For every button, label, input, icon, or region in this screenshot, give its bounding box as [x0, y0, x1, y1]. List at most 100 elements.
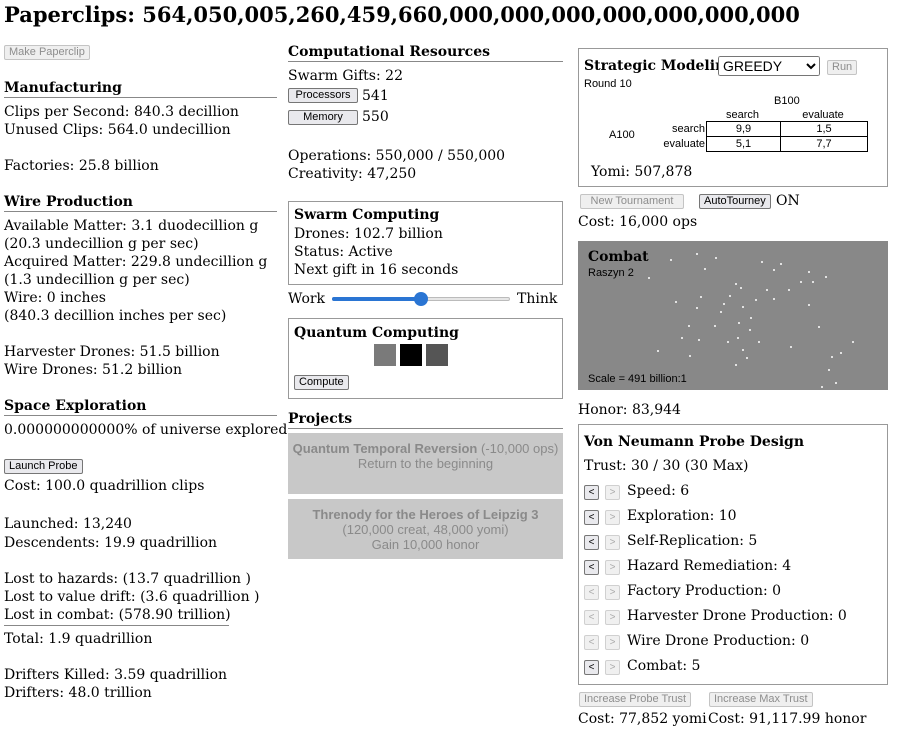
wire-divider [4, 211, 277, 212]
probe-descendents: Descendents: 19.9 quadrillion [4, 535, 218, 551]
decrease-stat-button[interactable]: < [584, 635, 599, 650]
increase-stat-button[interactable]: > [605, 635, 620, 650]
page-title: Paperclips: 564,050,005,260,459,660,000,… [4, 2, 800, 27]
launch-probe-cost: Cost: 100.0 quadrillion clips [4, 478, 205, 494]
combat-drone [828, 369, 830, 371]
computational-divider [288, 61, 563, 62]
memory-button[interactable]: Memory [288, 110, 358, 125]
lost-in-combat: Lost in combat: (578.90 trillion) [4, 607, 231, 623]
wire-production-heading: Wire Production [4, 194, 133, 210]
processors-value: 541 [362, 88, 389, 104]
increase-stat-button[interactable]: > [605, 660, 620, 675]
combat-drone [648, 277, 650, 279]
combat-drone [821, 386, 823, 388]
space-divider [4, 415, 277, 416]
payoff-cell: 1,5 [816, 123, 832, 135]
wire-drones: Wire Drones: 51.2 billion [4, 362, 182, 378]
player-b-label: B100 [774, 95, 800, 107]
probe-stat-label: Combat: 5 [627, 658, 701, 674]
combat-drone [742, 306, 744, 308]
combat-drone [696, 253, 698, 255]
project-title: Quantum Temporal Reversion [292, 441, 478, 456]
combat-drone [723, 303, 725, 305]
combat-drone [740, 287, 742, 289]
payoff-row-header: evaluate [663, 138, 705, 150]
combat-drone [750, 317, 752, 319]
combat-drone [681, 337, 683, 339]
increase-stat-button[interactable]: > [605, 560, 620, 575]
project-card[interactable]: Threnody for the Heroes of Leipzig 3 (12… [288, 499, 563, 559]
combat-drone [825, 276, 827, 278]
combat-drone [675, 301, 677, 303]
memory-value: 550 [362, 109, 389, 125]
combat-drone [812, 281, 814, 283]
combat-drone [735, 283, 737, 285]
swarm-computing-heading: Swarm Computing [294, 207, 440, 223]
combat-heading: Combat [588, 249, 649, 265]
increase-max-trust-button[interactable]: Increase Max Trust [709, 692, 813, 707]
autotourney-button[interactable]: AutoTourney [699, 194, 771, 209]
combat-drone [818, 326, 820, 328]
combat-drone [790, 346, 792, 348]
project-description: Gain 10,000 honor [371, 537, 480, 552]
work-think-slider[interactable] [332, 292, 510, 306]
new-tournament-button[interactable]: New Tournament [580, 194, 684, 209]
space-exploration-heading: Space Exploration [4, 398, 147, 414]
run-tournament-button[interactable]: Run [827, 60, 858, 75]
increase-trust-cost: Cost: 77,852 yomi [578, 711, 707, 727]
decrease-stat-button[interactable]: < [584, 510, 599, 525]
probe-stat-label: Self-Replication: 5 [627, 533, 758, 549]
combat-drone [800, 281, 802, 283]
increase-probe-trust-button[interactable]: Increase Probe Trust [579, 692, 692, 707]
lost-to-value-drift: Lost to value drift: (3.6 quadrillion ) [4, 589, 260, 605]
increase-stat-button[interactable]: > [605, 510, 620, 525]
quantum-computing-panel: Quantum Computing Compute [288, 318, 563, 399]
decrease-stat-button[interactable]: < [584, 610, 599, 625]
player-a-label: A100 [609, 129, 635, 141]
increase-stat-button[interactable]: > [605, 485, 620, 500]
increase-stat-button[interactable]: > [605, 535, 620, 550]
processors-button[interactable]: Processors [288, 88, 358, 103]
honor: Honor: 83,944 [578, 402, 681, 418]
operations: Operations: 550,000 / 550,000 [288, 148, 506, 164]
increase-stat-button[interactable]: > [605, 610, 620, 625]
combat-drone [749, 329, 751, 331]
probe-stat-label: Harvester Drone Production: 0 [627, 608, 847, 624]
decrease-stat-button[interactable]: < [584, 585, 599, 600]
factories: Factories: 25.8 billion [4, 158, 159, 174]
strategy-select[interactable]: GREEDY [718, 56, 820, 76]
increase-max-trust-cost: Cost: 91,117.99 honor [708, 711, 867, 727]
combat-drone [808, 304, 810, 306]
combat-drone [700, 296, 702, 298]
think-label: Think [517, 291, 558, 307]
combat-drone [831, 356, 833, 358]
combat-display: Combat Raszyn 2 Scale = 491 billion:1 [578, 241, 888, 390]
probe-stat-label: Hazard Remediation: 4 [627, 558, 792, 574]
launch-probe-button[interactable]: Launch Probe [4, 459, 83, 474]
projects-divider [288, 428, 563, 429]
probe-total: Total: 1.9 quadrillion [4, 631, 153, 647]
wire-rate: (840.3 decillion inches per sec) [4, 308, 227, 324]
compute-button[interactable]: Compute [294, 375, 349, 390]
project-card[interactable]: Quantum Temporal Reversion (-10,000 ops)… [288, 433, 563, 494]
available-matter: Available Matter: 3.1 duodecillion g [4, 218, 259, 234]
acquired-matter-rate: (1.3 undecillion g per sec) [4, 272, 190, 288]
lost-to-hazards: Lost to hazards: (13.7 quadrillion ) [4, 571, 251, 587]
decrease-stat-button[interactable]: < [584, 660, 599, 675]
combat-drone [758, 341, 760, 343]
available-matter-rate: (20.3 undecillion g per sec) [4, 236, 199, 252]
combat-location: Raszyn 2 [588, 267, 634, 279]
universe-explored: 0.000000000000% of universe explored [4, 422, 288, 438]
decrease-stat-button[interactable]: < [584, 535, 599, 550]
make-paperclip-button[interactable]: Make Paperclip [4, 45, 90, 60]
combat-scale: Scale = 491 billion:1 [588, 373, 687, 385]
swarm-drones: Drones: 102.7 billion [294, 226, 443, 242]
increase-stat-button[interactable]: > [605, 585, 620, 600]
slider-thumb[interactable] [414, 292, 428, 306]
yomi: Yomi: 507,878 [591, 164, 693, 180]
combat-drone [737, 337, 739, 339]
combat-drone [715, 257, 717, 259]
decrease-stat-button[interactable]: < [584, 560, 599, 575]
harvester-drones: Harvester Drones: 51.5 billion [4, 344, 220, 360]
decrease-stat-button[interactable]: < [584, 485, 599, 500]
